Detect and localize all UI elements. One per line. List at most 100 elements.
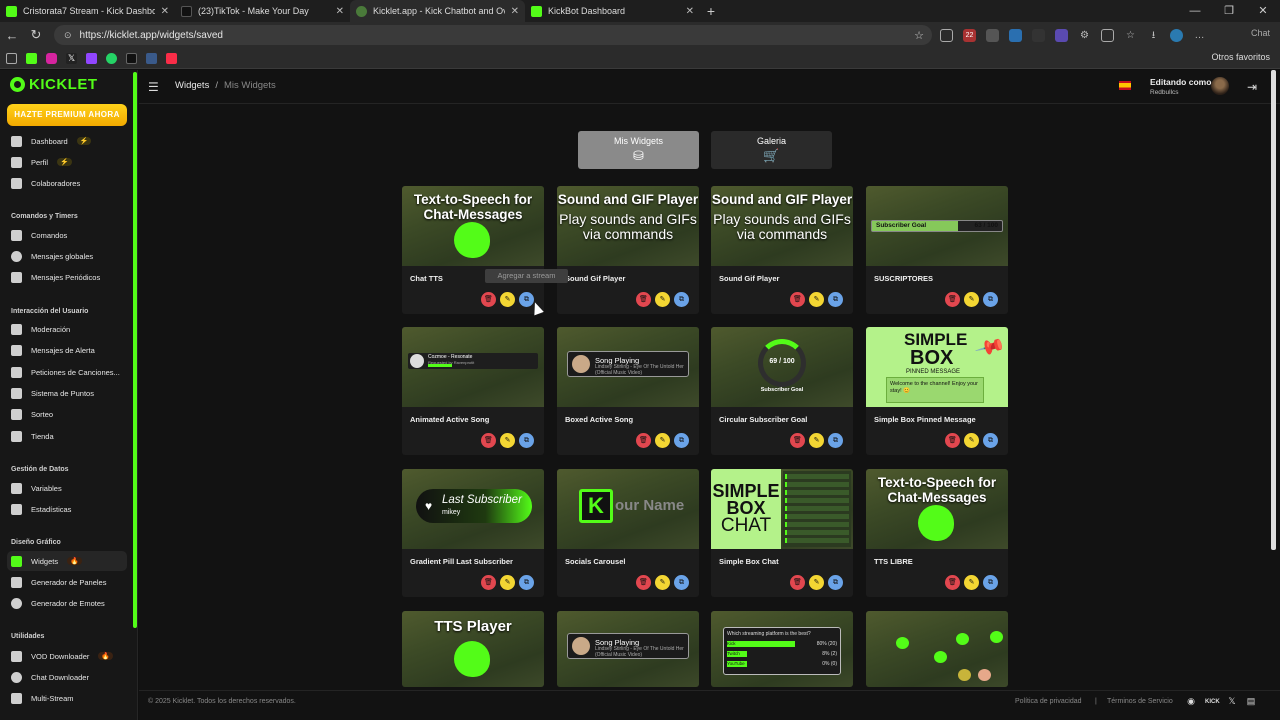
add-to-stream-button[interactable]: ⧉	[828, 575, 843, 590]
widget-card[interactable]: Which streaming platform is the best? Ki…	[711, 611, 853, 687]
widget-card[interactable]: Subscriber Goal 63 / 100 SUSCRIPTORES 🗑 ✎ ⧉	[866, 186, 1008, 314]
logout-icon[interactable]: ⇥	[1247, 80, 1257, 94]
favorites-icon[interactable]: ☆	[1124, 29, 1137, 42]
sidebar-item-variables[interactable]: Variables	[7, 478, 127, 498]
url-field[interactable]: ⊙ https://kicklet.app/widgets/saved ☆	[54, 25, 932, 45]
widget-card[interactable]: ♥ Last Subscriber mikey Gradient Pill Last…	[402, 469, 544, 597]
edit-button[interactable]: ✎	[809, 433, 824, 448]
bookmark-star-icon[interactable]: ☆	[914, 29, 924, 42]
edit-button[interactable]: ✎	[500, 433, 515, 448]
widget-card[interactable]: Sound and GIF Player Play sounds and GIFs…	[711, 186, 853, 314]
sidebar-item-generador-emotes[interactable]: Generador de Emotes	[7, 593, 127, 613]
widget-card[interactable]: 69 / 100 Subscriber Goal Circular Subscri…	[711, 327, 853, 455]
tab-mis-widgets[interactable]: Mis Widgets ⛁	[578, 131, 699, 169]
edit-button[interactable]: ✎	[655, 575, 670, 590]
edit-button[interactable]: ✎	[964, 292, 979, 307]
edit-button[interactable]: ✎	[809, 575, 824, 590]
edit-button[interactable]: ✎	[964, 575, 979, 590]
kick-icon[interactable]: KICK	[1205, 696, 1220, 708]
add-to-stream-button[interactable]: ⧉	[828, 433, 843, 448]
widget-card[interactable]: SIMPLE BOX PINNED MESSAGE 📌 Welcome to the c…	[866, 327, 1008, 455]
edit-button[interactable]: ✎	[655, 292, 670, 307]
x-bookmark-icon[interactable]: 𝕏	[66, 52, 77, 64]
widget-card[interactable]: Cozmoe - Resonate Requested by Ravenproti…	[402, 327, 544, 455]
edit-button[interactable]: ✎	[500, 575, 515, 590]
sidebar-item-mensajes-globales[interactable]: Mensajes globales	[7, 246, 127, 266]
add-to-stream-button[interactable]: ⧉	[983, 433, 998, 448]
split-screen-icon[interactable]	[1101, 28, 1114, 42]
sidebar-item-sorteo[interactable]: Sorteo	[7, 404, 127, 424]
terms-link[interactable]: Términos de Servicio	[1107, 698, 1173, 705]
sidebar-item-estadisticas[interactable]: Estadísticas	[7, 499, 127, 519]
add-to-stream-button[interactable]: ⧉	[519, 433, 534, 448]
main-scrollbar[interactable]	[1271, 70, 1276, 550]
edit-button[interactable]: ✎	[655, 433, 670, 448]
widget-card[interactable]: Sound and GIF Player Play sounds and GIFs…	[557, 186, 699, 314]
browser-tab[interactable]: (23)TikTok - Make Your Day ✕	[175, 0, 350, 22]
whatsapp-bookmark-icon[interactable]	[106, 52, 117, 64]
widget-card[interactable]: Song Playing Lindsey Stirling - Eye Of Th…	[557, 327, 699, 455]
browser-tab-active[interactable]: Kicklet.app - Kick Chatbot and Ov ✕	[350, 0, 525, 22]
browser-tab[interactable]: Cristorata7 Stream - Kick Dashboard ✕	[0, 0, 175, 22]
delete-button[interactable]: 🗑	[481, 292, 496, 307]
close-tab-icon[interactable]: ✕	[511, 6, 519, 17]
sidebar-item-peticiones-canciones[interactable]: Peticiones de Canciones...	[7, 362, 127, 382]
downloads-icon[interactable]: ⭳	[1147, 29, 1160, 42]
breadcrumb-root[interactable]: Widgets	[175, 80, 209, 91]
delete-button[interactable]: 🗑	[790, 433, 805, 448]
tab-galeria[interactable]: Galeria 🛒	[711, 131, 832, 169]
add-to-stream-button[interactable]: ⧉	[828, 292, 843, 307]
delete-button[interactable]: 🗑	[790, 575, 805, 590]
sidebar-item-comandos[interactable]: Comandos	[7, 225, 127, 245]
widget-card[interactable]: TTS Player	[402, 611, 544, 687]
browser-tab[interactable]: KickBot Dashboard ✕	[525, 0, 700, 22]
edit-button[interactable]: ✎	[964, 433, 979, 448]
back-icon[interactable]: ←	[0, 28, 24, 43]
minimize-icon[interactable]: —	[1178, 0, 1212, 22]
spain-flag-icon[interactable]	[1119, 81, 1131, 90]
sidebar-item-moderacion[interactable]: Moderación	[7, 319, 127, 339]
sidebar-item-vod-downloader[interactable]: VOD Downloader 🔥	[7, 646, 127, 666]
discord-icon[interactable]: ◉	[1185, 696, 1197, 708]
delete-button[interactable]: 🗑	[481, 575, 496, 590]
sidebar-item-widgets[interactable]: Widgets 🔥	[7, 551, 127, 571]
menu-toggle-icon[interactable]: ☰	[148, 80, 159, 94]
close-window-icon[interactable]: ✕	[1246, 0, 1280, 22]
copilot-chat-button[interactable]: Chat	[1251, 28, 1270, 38]
delete-button[interactable]: 🗑	[636, 292, 651, 307]
delete-button[interactable]: 🗑	[945, 292, 960, 307]
sidebar-item-perfil[interactable]: Perfil ⚡	[7, 152, 127, 172]
sidebar-item-sistema-puntos[interactable]: Sistema de Puntos	[7, 383, 127, 403]
twitch-bookmark-icon[interactable]	[86, 52, 97, 64]
widget-card[interactable]: Kour Name Socials Carousel 🗑 ✎ ⧉	[557, 469, 699, 597]
add-to-stream-button[interactable]: ⧉	[674, 292, 689, 307]
sidebar-item-colaboradores[interactable]: Colaboradores	[7, 173, 127, 193]
add-to-stream-button[interactable]: ⧉	[519, 575, 534, 590]
more-menu-icon[interactable]: …	[1193, 29, 1206, 42]
close-tab-icon[interactable]: ✕	[686, 6, 694, 17]
close-tab-icon[interactable]: ✕	[161, 6, 169, 17]
add-to-stream-button[interactable]: ⧉	[674, 433, 689, 448]
extension-icon[interactable]	[1032, 28, 1045, 42]
add-to-stream-button[interactable]: ⧉	[674, 575, 689, 590]
edit-button[interactable]: ✎	[500, 292, 515, 307]
sidebar-scrollbar[interactable]	[133, 72, 137, 628]
new-tab-button[interactable]: +	[700, 0, 722, 22]
privacy-link[interactable]: Política de privacidad	[1015, 698, 1082, 705]
maximize-icon[interactable]: ❐	[1212, 0, 1246, 22]
edit-button[interactable]: ✎	[809, 292, 824, 307]
site-info-icon[interactable]: ⊙	[64, 30, 72, 41]
extension-icon[interactable]	[986, 28, 999, 42]
extension-icon[interactable]	[940, 28, 953, 42]
widget-card[interactable]: SIMPLE BOX CHAT Simple Box Chat 🗑 ✎ ⧉	[711, 469, 853, 597]
extension-badge-icon[interactable]: 22	[963, 28, 976, 42]
widget-card[interactable]: Text-to-Speech for Chat-Messages TTS LIB…	[866, 469, 1008, 597]
sidebar-item-multi-stream[interactable]: Multi-Stream	[7, 688, 127, 708]
x-icon[interactable]: 𝕏	[1226, 696, 1238, 708]
tiktok-bookmark-icon[interactable]	[126, 52, 137, 64]
extensions-puzzle-icon[interactable]: ⚙	[1078, 29, 1091, 42]
profile-avatar-icon[interactable]	[1170, 28, 1183, 42]
bookmark-icon[interactable]	[6, 52, 17, 64]
bookmark-icon[interactable]	[146, 52, 157, 64]
instagram-bookmark-icon[interactable]	[46, 52, 57, 64]
